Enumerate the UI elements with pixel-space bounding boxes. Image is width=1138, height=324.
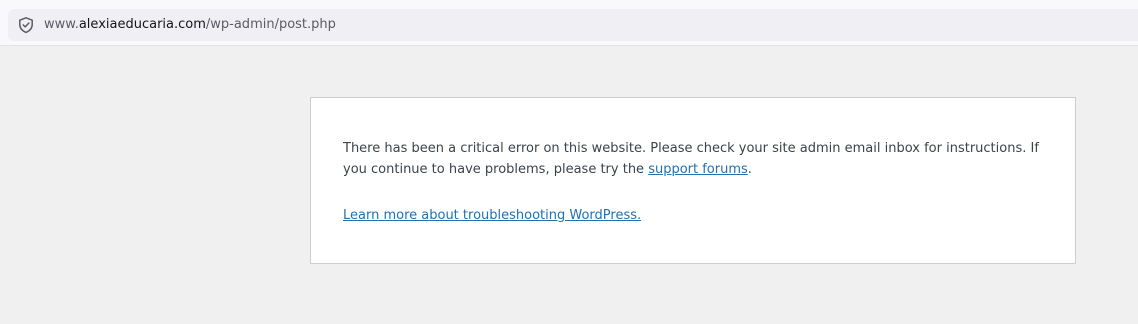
url-prefix: www.: [44, 17, 79, 32]
url-text[interactable]: www.alexiaeducaria.com/wp-admin/post.php: [44, 17, 336, 33]
shield-icon[interactable]: [17, 16, 35, 34]
error-message: There has been a critical error on this …: [343, 138, 1043, 180]
support-forums-link[interactable]: support forums: [648, 162, 748, 177]
url-path: /wp-admin/post.php: [205, 17, 336, 32]
learn-more-link[interactable]: Learn more about troubleshooting WordPre…: [343, 208, 641, 223]
critical-error-box: There has been a critical error on this …: [310, 97, 1076, 264]
error-message-end: .: [747, 162, 752, 177]
url-domain: alexiaeducaria.com: [78, 17, 206, 32]
learn-more-paragraph: Learn more about troubleshooting WordPre…: [343, 205, 1043, 226]
address-bar[interactable]: www.alexiaeducaria.com/wp-admin/post.php: [8, 9, 1138, 41]
browser-toolbar: www.alexiaeducaria.com/wp-admin/post.php: [0, 6, 1138, 46]
